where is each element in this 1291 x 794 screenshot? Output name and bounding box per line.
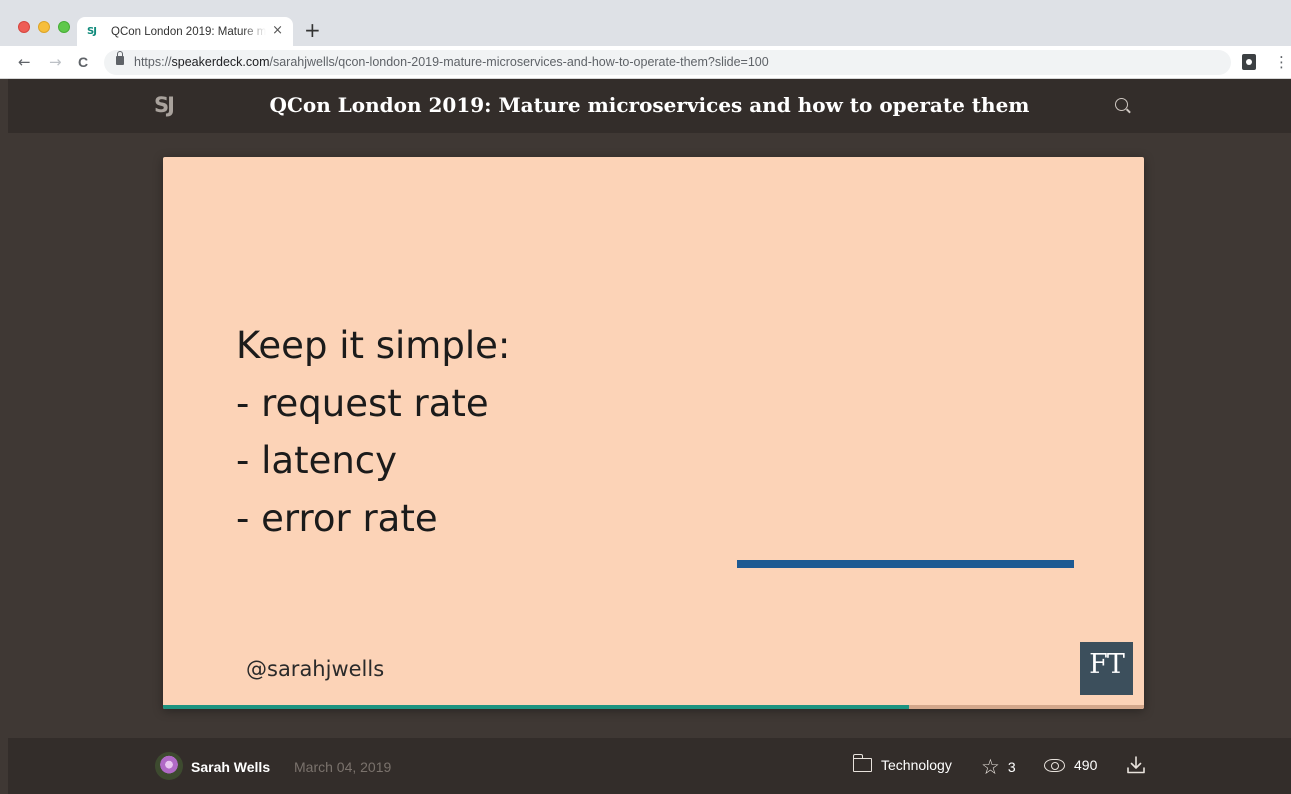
- browser-tab-active[interactable]: SJ QCon London 2019: Mature microservice…: [77, 17, 293, 46]
- page-title: QCon London 2019: Mature microservices a…: [269, 93, 1030, 117]
- slide-bullet: - request rate: [236, 381, 489, 425]
- slide-viewer[interactable]: Keep it simple: - request rate - latency…: [163, 157, 1144, 709]
- star-icon: ☆: [981, 755, 1000, 779]
- deck-footer: Sarah Wells March 04, 2019 Technology ☆ …: [8, 738, 1291, 794]
- page: SJ QCon London 2019: Mature microservice…: [8, 79, 1291, 794]
- slide-accent-bar: [737, 560, 1074, 568]
- maximize-window-button[interactable]: [58, 21, 70, 33]
- minimize-window-button[interactable]: [38, 21, 50, 33]
- url-host: speakerdeck.com: [171, 55, 270, 69]
- reload-button[interactable]: C: [78, 52, 88, 72]
- slide-progress-fill: [163, 705, 909, 709]
- star-button[interactable]: ☆ 3: [981, 755, 1016, 779]
- publish-date: March 04, 2019: [294, 759, 392, 775]
- window-controls: [18, 21, 70, 33]
- back-button[interactable]: ←: [18, 52, 31, 72]
- view-count: 490: [1074, 757, 1098, 773]
- slide-progress-bar[interactable]: [163, 705, 1144, 709]
- avatar[interactable]: [155, 752, 183, 780]
- site-header: SJ QCon London 2019: Mature microservice…: [8, 79, 1291, 133]
- url-path: /sarahjwells/qcon-london-2019-mature-mic…: [269, 55, 769, 69]
- tab-close-icon[interactable]: ×: [272, 23, 283, 38]
- extension-icon[interactable]: [1242, 54, 1256, 70]
- new-tab-button[interactable]: +: [304, 20, 321, 40]
- speakerdeck-favicon-icon: SJ: [87, 25, 97, 37]
- slide-body: Keep it simple: - request rate - latency…: [236, 317, 510, 547]
- url-scheme: https://: [134, 55, 172, 69]
- category-label: Technology: [881, 757, 952, 773]
- tab-strip: SJ QCon London 2019: Mature microservice…: [0, 0, 1291, 46]
- eye-icon: [1044, 758, 1065, 772]
- star-count: 3: [1007, 759, 1016, 775]
- views-counter: 490: [1044, 757, 1097, 773]
- browser-toolbar: ← → C https://speakerdeck.com/sarahjwell…: [0, 46, 1291, 79]
- browser-menu-icon[interactable]: ⋮: [1274, 53, 1289, 71]
- category-link[interactable]: Technology: [852, 754, 952, 773]
- slide-heading: Keep it simple:: [236, 324, 511, 367]
- close-window-button[interactable]: [18, 21, 30, 33]
- search-icon[interactable]: [1115, 98, 1128, 111]
- forward-button[interactable]: →: [49, 52, 62, 72]
- tab-title: QCon London 2019: Mature microservices a…: [111, 25, 266, 38]
- author-name[interactable]: Sarah Wells: [191, 759, 270, 775]
- ft-logo: FT: [1080, 642, 1133, 695]
- url-text[interactable]: https://speakerdeck.com/sarahjwells/qcon…: [134, 55, 769, 69]
- download-icon[interactable]: [1126, 755, 1146, 775]
- folder-icon: [852, 754, 872, 772]
- address-bar[interactable]: https://speakerdeck.com/sarahjwells/qcon…: [104, 50, 1231, 75]
- slide-bullet: - error rate: [236, 496, 438, 540]
- browser-window: SJ QCon London 2019: Mature microservice…: [0, 0, 1291, 794]
- slide-bullet: - latency: [236, 439, 398, 482]
- lock-icon[interactable]: [116, 51, 124, 65]
- slide-twitter-handle: @sarahjwells: [246, 657, 385, 681]
